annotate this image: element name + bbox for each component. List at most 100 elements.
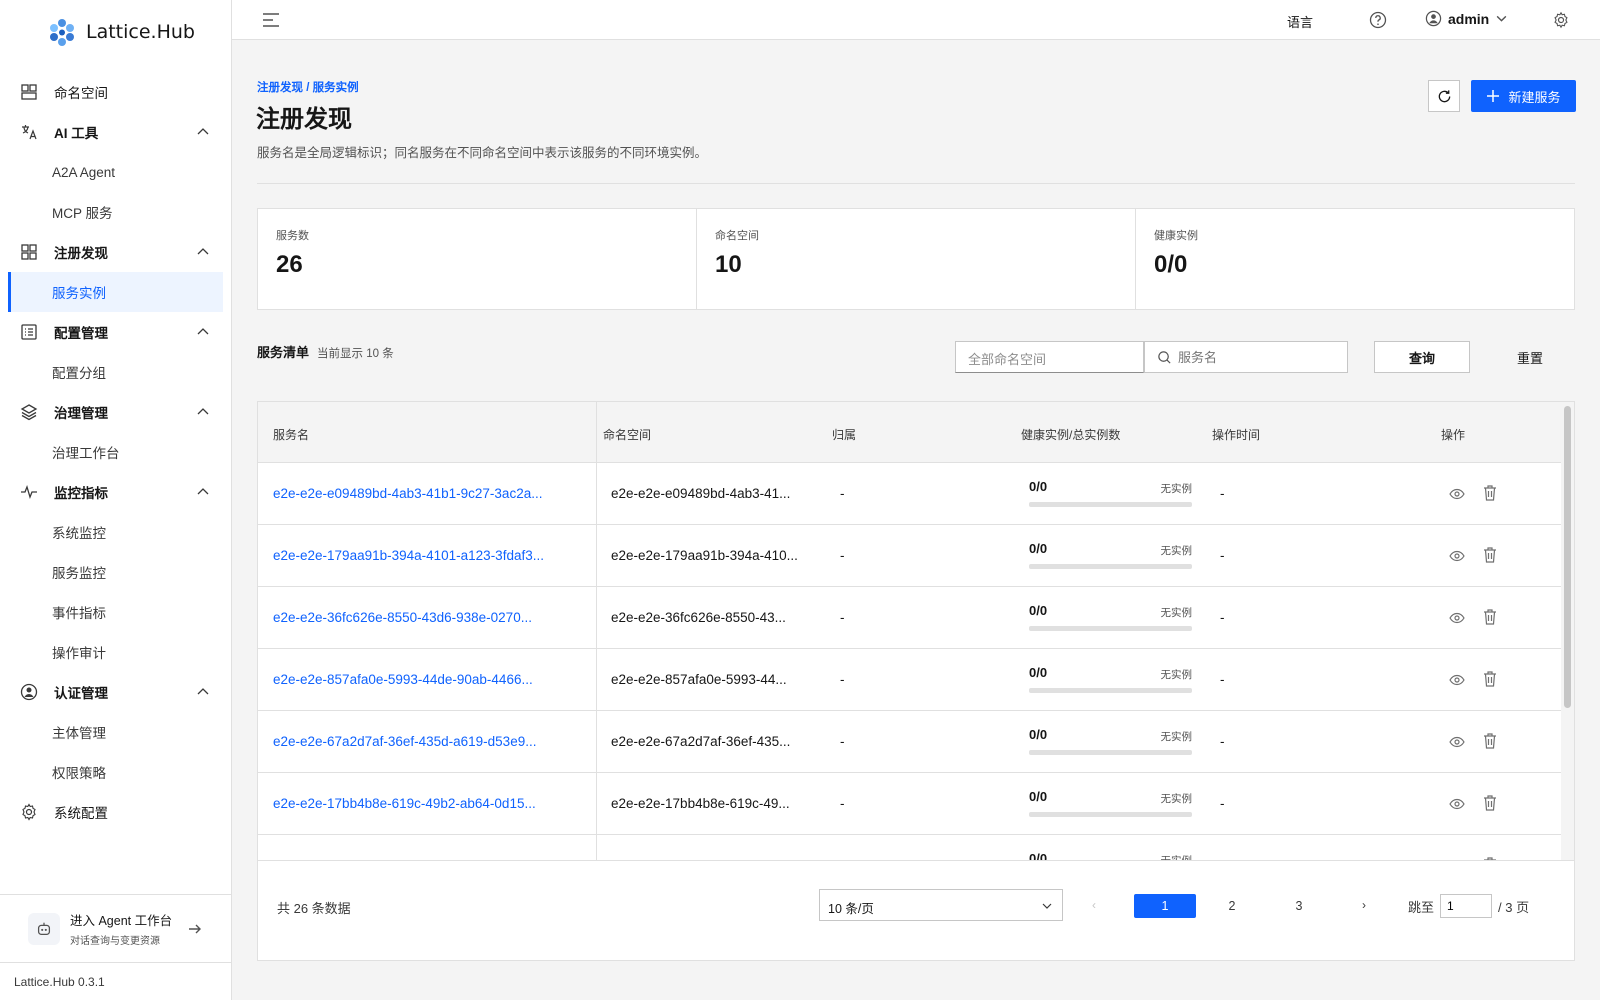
sidebar-item-label: AI 工具	[54, 126, 99, 141]
menu-toggle-icon[interactable]	[262, 12, 280, 28]
column-header-namespace[interactable]: 命名空间	[603, 426, 651, 443]
page-jump: 跳至 / 3 页	[1408, 894, 1529, 918]
breadcrumb[interactable]: 注册发现 / 服务实例	[257, 79, 359, 95]
table-header: 服务名 命名空间 归属 健康实例/总实例数 操作时间 操作	[258, 402, 1561, 463]
sidebar-item-6[interactable]: 配置管理	[0, 312, 231, 352]
service-name-link[interactable]: e2e-e2e-17bb4b8e-619c-49b2-ab64-0d15...	[273, 796, 536, 811]
sidebar-item-17[interactable]: 权限策略	[0, 752, 231, 792]
gear-icon[interactable]	[1552, 11, 1570, 29]
sidebar-item-label: 命名空间	[54, 86, 108, 101]
eye-icon[interactable]	[1449, 611, 1465, 625]
service-name-link[interactable]: e2e-e2e-857afa0e-5993-44de-90ab-4466...	[273, 672, 533, 687]
owner-cell: -	[840, 486, 845, 501]
health-cell: 0/0 无实例	[1029, 789, 1192, 817]
sidebar-item-3[interactable]: MCP 服务	[0, 192, 231, 232]
prev-page-button[interactable]: ‹	[1092, 898, 1096, 912]
chevron-up-icon[interactable]	[197, 126, 209, 138]
chevron-up-icon[interactable]	[197, 326, 209, 338]
sidebar-item-2[interactable]: A2A Agent	[0, 152, 231, 192]
trash-icon[interactable]	[1482, 794, 1498, 812]
operation-time-cell: -	[1220, 548, 1225, 563]
next-page-button[interactable]: ›	[1362, 898, 1366, 912]
eye-icon[interactable]	[1449, 673, 1465, 687]
page-button-2[interactable]: 2	[1201, 894, 1263, 918]
refresh-button[interactable]	[1428, 80, 1460, 112]
sidebar-item-label: 主体管理	[52, 726, 106, 741]
trash-icon[interactable]	[1482, 670, 1498, 688]
user-menu[interactable]: admin	[1425, 10, 1508, 27]
sidebar-item-11[interactable]: 系统监控	[0, 512, 231, 552]
sidebar-item-18[interactable]: 系统配置	[0, 792, 231, 832]
column-header-owner[interactable]: 归属	[832, 426, 856, 443]
column-header-health[interactable]: 健康实例/总实例数	[1021, 426, 1120, 443]
page-button-1[interactable]: 1	[1134, 894, 1196, 918]
health-progress-bar	[1029, 812, 1192, 817]
sidebar-item-10[interactable]: 监控指标	[0, 472, 231, 512]
trash-icon[interactable]	[1482, 732, 1498, 750]
health-progress-bar	[1029, 688, 1192, 693]
sidebar-item-label: 服务监控	[52, 566, 106, 581]
trash-icon[interactable]	[1482, 484, 1498, 502]
search-field[interactable]	[1144, 341, 1348, 373]
chevron-up-icon[interactable]	[197, 406, 209, 418]
sidebar-item-label: 监控指标	[54, 486, 108, 501]
chevron-up-icon[interactable]	[197, 686, 209, 698]
sidebar-item-14[interactable]: 操作审计	[0, 632, 231, 672]
new-service-button[interactable]: 新建服务	[1471, 80, 1576, 112]
sidebar-item-1[interactable]: AI 工具	[0, 112, 231, 152]
sidebar-item-9[interactable]: 治理工作台	[0, 432, 231, 472]
service-name-link[interactable]: e2e-e2e-e09489bd-4ab3-41b1-9c27-3ac2a...	[273, 486, 542, 501]
scrollbar-thumb[interactable]	[1564, 406, 1571, 708]
chevron-up-icon[interactable]	[197, 486, 209, 498]
page-button-3[interactable]: 3	[1268, 894, 1330, 918]
operation-time-cell: -	[1220, 796, 1225, 811]
layers-icon	[20, 403, 38, 421]
agent-entry-subtitle: 对话查询与变更资源	[70, 936, 160, 947]
sidebar-item-13[interactable]: 事件指标	[0, 592, 231, 632]
operation-time-cell: -	[1220, 734, 1225, 749]
sidebar-item-12[interactable]: 服务监控	[0, 552, 231, 592]
help-icon[interactable]	[1369, 11, 1387, 29]
stat-value: 0/0	[1154, 251, 1188, 278]
eye-icon[interactable]	[1449, 735, 1465, 749]
page-jump-input[interactable]	[1440, 894, 1493, 918]
column-header-service-name[interactable]: 服务名	[273, 426, 309, 443]
column-header-time[interactable]: 操作时间	[1212, 426, 1260, 443]
language-switch[interactable]: 语言	[1287, 12, 1313, 31]
eye-icon[interactable]	[1449, 797, 1465, 811]
stats-panel: 服务数 26 命名空间 10 健康实例 0/0	[257, 208, 1575, 310]
chevron-up-icon[interactable]	[197, 246, 209, 258]
namespace-select[interactable]: 全部命名空间	[955, 341, 1144, 373]
table-scrollbar[interactable]	[1561, 402, 1574, 860]
health-value: 0/0	[1029, 541, 1048, 556]
service-name-link[interactable]: e2e-e2e-36fc626e-8550-43d6-938e-0270...	[273, 610, 532, 625]
reset-button[interactable]: 重置	[1482, 341, 1578, 373]
refresh-icon	[1438, 89, 1450, 102]
eye-icon[interactable]	[1449, 487, 1465, 501]
health-value: 0/0	[1029, 789, 1048, 804]
trash-icon[interactable]	[1482, 608, 1498, 626]
chevron-down-icon	[1042, 903, 1052, 909]
sidebar-item-8[interactable]: 治理管理	[0, 392, 231, 432]
sidebar-item-label: 注册发现	[54, 246, 108, 261]
eye-icon[interactable]	[1449, 549, 1465, 563]
trash-icon[interactable]	[1482, 546, 1498, 564]
stat-label: 命名空间	[715, 230, 759, 242]
service-name-link[interactable]: e2e-e2e-67a2d7af-36ef-435d-a619-d53e9...	[273, 734, 536, 749]
sidebar-item-15[interactable]: 认证管理	[0, 672, 231, 712]
namespace-cell: e2e-e2e-e09489bd-4ab3-41...	[611, 486, 791, 501]
sidebar-item-7[interactable]: 配置分组	[0, 352, 231, 392]
sidebar-item-label: 治理工作台	[52, 446, 120, 461]
service-name-input[interactable]	[1178, 349, 1338, 365]
page-size-select[interactable]: 10 条/页	[819, 889, 1063, 921]
new-service-label: 新建服务	[1508, 89, 1561, 105]
sidebar-item-5[interactable]: 服务实例	[8, 272, 223, 312]
brand[interactable]: Lattice.Hub	[48, 14, 195, 50]
sidebar-item-4[interactable]: 注册发现	[0, 232, 231, 272]
service-name-link[interactable]: e2e-e2e-179aa91b-394a-4101-a123-3fdaf3..…	[273, 548, 544, 563]
query-button[interactable]: 查询	[1374, 341, 1470, 373]
sidebar-item-0[interactable]: 命名空间	[0, 72, 231, 112]
sidebar-item-16[interactable]: 主体管理	[0, 712, 231, 752]
stat-services: 服务数 26	[258, 209, 697, 309]
agent-workspace-entry[interactable]: 进入 Agent 工作台 对话查询与变更资源	[0, 894, 231, 962]
